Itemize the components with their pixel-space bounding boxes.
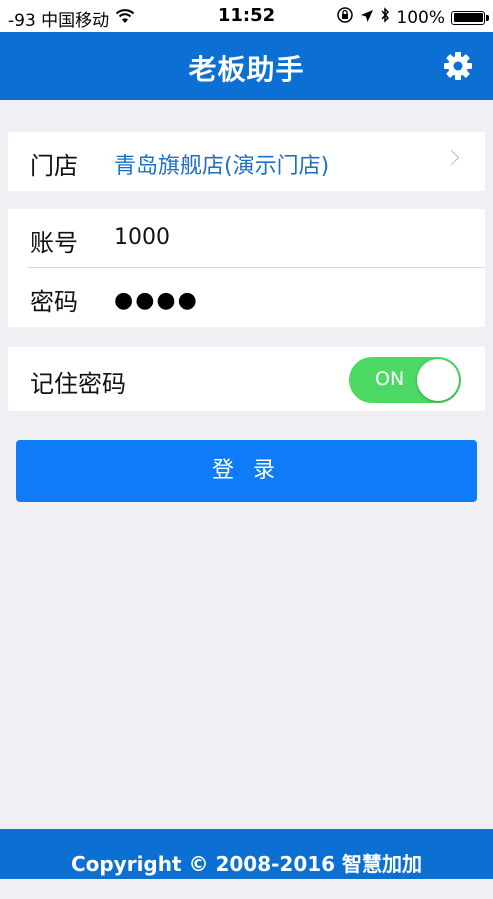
credentials-group: 账号 1000 密码 ●●●●: [8, 209, 485, 327]
password-label: 密码: [30, 288, 78, 316]
page-title: 老板助手: [188, 53, 305, 86]
account-row: 账号 1000: [8, 209, 485, 268]
battery-icon: [451, 10, 489, 25]
bluetooth-icon: [380, 7, 390, 28]
remember-label: 记住密码: [30, 370, 126, 398]
account-label: 账号: [30, 229, 78, 257]
status-right: 100%: [336, 6, 489, 29]
toggle-knob: [417, 359, 459, 401]
remember-password-toggle[interactable]: ON: [349, 357, 461, 403]
store-label: 门店: [30, 152, 78, 180]
gear-icon[interactable]: [443, 51, 473, 81]
account-input[interactable]: 1000: [114, 225, 170, 250]
toggle-on-text: ON: [375, 368, 405, 390]
chevron-right-icon: [443, 149, 460, 166]
store-row[interactable]: 门店 青岛旗舰店(演示门店): [8, 132, 485, 191]
battery-percent: 100%: [396, 7, 445, 28]
store-value: 青岛旗舰店(演示门店): [114, 154, 330, 179]
login-button[interactable]: 登 录: [16, 440, 477, 502]
location-icon: [360, 8, 374, 28]
remember-row: 记住密码 ON: [8, 347, 485, 411]
orientation-lock-icon: [336, 6, 354, 29]
status-bar: -93 中国移动 11:52 100%: [0, 0, 493, 32]
remember-group: 记住密码 ON: [8, 347, 485, 411]
footer-copyright: Copyright © 2008-2016 智慧加加: [0, 829, 493, 879]
password-row: 密码 ●●●●: [8, 268, 485, 327]
password-input[interactable]: ●●●●: [114, 288, 199, 313]
store-group: 门店 青岛旗舰店(演示门店): [8, 132, 485, 191]
nav-bar: 老板助手: [0, 32, 493, 100]
